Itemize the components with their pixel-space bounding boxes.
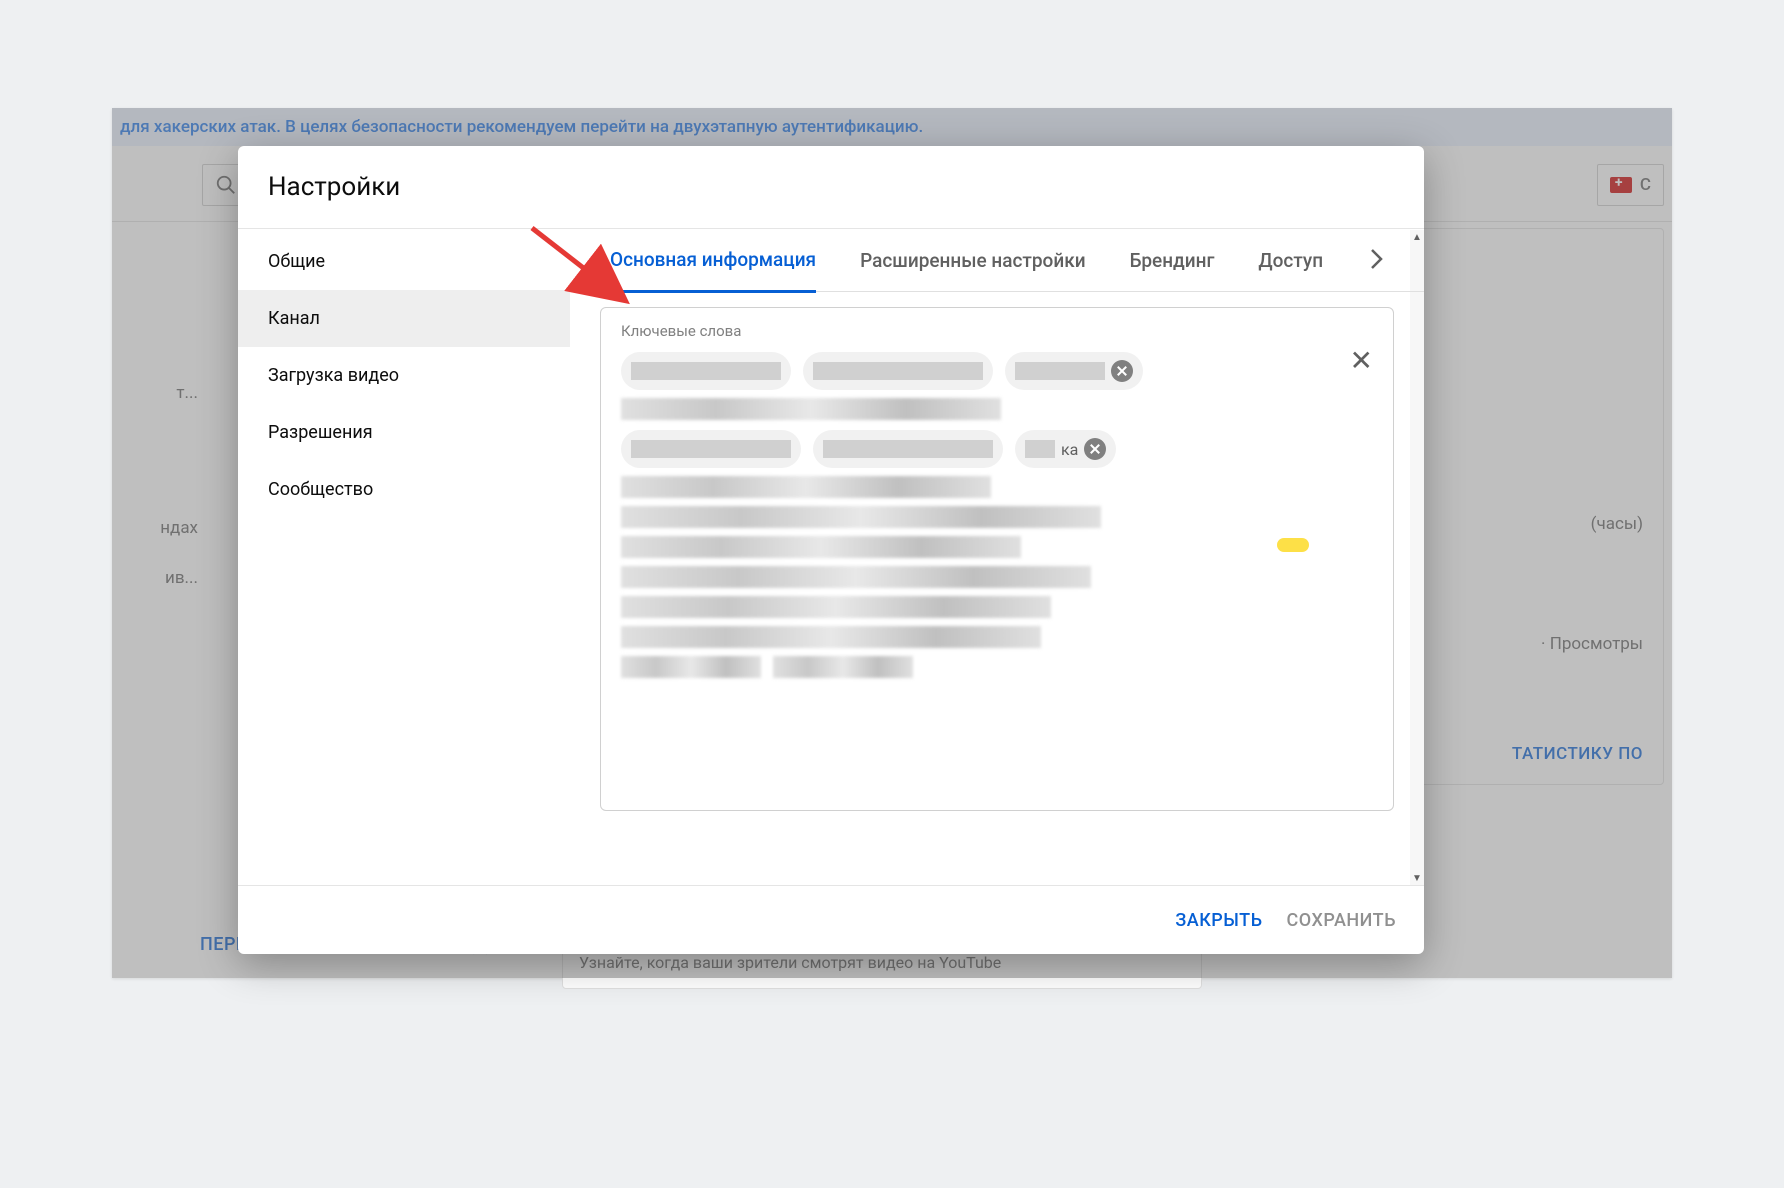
settings-dialog: Настройки Общие Канал Загрузка видео Раз… bbox=[238, 146, 1424, 954]
scroll-down-icon[interactable]: ▼ bbox=[1410, 871, 1424, 885]
keyword-chip[interactable] bbox=[1005, 352, 1143, 390]
sidebar-item-upload[interactable]: Загрузка видео bbox=[238, 347, 570, 404]
highlight-marker bbox=[1277, 538, 1309, 552]
tabs-row: Основная информация Расширенные настройк… bbox=[570, 229, 1424, 293]
tab-access[interactable]: Доступ bbox=[1258, 229, 1323, 293]
remove-chip-icon[interactable] bbox=[1111, 360, 1133, 382]
keyword-chip[interactable] bbox=[813, 430, 1003, 468]
remove-chip-icon[interactable] bbox=[1084, 438, 1106, 460]
keyword-chip[interactable] bbox=[621, 352, 791, 390]
dialog-main: ▲ ▼ Основная информация Расширенные наст… bbox=[570, 229, 1424, 885]
keywords-field[interactable]: Ключевые слова ✕ ка bbox=[600, 307, 1394, 811]
dialog-footer: ЗАКРЫТЬ СОХРАНИТЬ bbox=[238, 886, 1424, 954]
sidebar-item-channel[interactable]: Канал bbox=[238, 290, 570, 347]
save-button[interactable]: СОХРАНИТЬ bbox=[1287, 910, 1397, 931]
keyword-chip[interactable] bbox=[803, 352, 993, 390]
keyword-chip[interactable]: ка bbox=[1015, 430, 1116, 468]
close-icon[interactable]: ✕ bbox=[1350, 344, 1373, 377]
chevron-right-icon[interactable] bbox=[1370, 248, 1384, 274]
dialog-scrollbar[interactable]: ▲ ▼ bbox=[1410, 230, 1424, 885]
dialog-sidebar: Общие Канал Загрузка видео Разрешения Со… bbox=[238, 229, 570, 885]
keyword-chip[interactable] bbox=[621, 430, 801, 468]
dialog-title: Настройки bbox=[238, 146, 1424, 228]
sidebar-item-permissions[interactable]: Разрешения bbox=[238, 404, 570, 461]
close-button[interactable]: ЗАКРЫТЬ bbox=[1175, 910, 1262, 931]
chip-text: ка bbox=[1061, 440, 1078, 459]
tab-basic-info[interactable]: Основная информация bbox=[610, 229, 816, 293]
sidebar-item-community[interactable]: Сообщество bbox=[238, 461, 570, 518]
tab-advanced[interactable]: Расширенные настройки bbox=[860, 229, 1085, 293]
sidebar-item-general[interactable]: Общие bbox=[238, 233, 570, 290]
keywords-label: Ключевые слова bbox=[621, 322, 1373, 340]
tab-branding[interactable]: Брендинг bbox=[1130, 229, 1215, 293]
